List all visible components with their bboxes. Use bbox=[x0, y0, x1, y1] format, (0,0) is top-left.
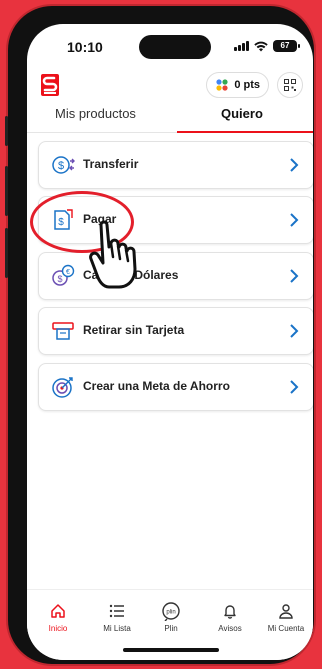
menu-item-label: Transferir bbox=[83, 157, 139, 171]
nav-label: Avisos bbox=[218, 624, 242, 633]
tab-bar: Mis productos Quiero bbox=[27, 102, 313, 133]
savings-goal-icon bbox=[52, 377, 73, 398]
svg-text:plin: plin bbox=[166, 610, 175, 616]
battery-icon: 67 bbox=[273, 40, 300, 52]
points-label: 0 pts bbox=[234, 79, 260, 91]
points-badge[interactable]: 0 pts bbox=[206, 72, 269, 98]
app-screen: 10:10 67 0 pts Mis productos Quiero $ Tr… bbox=[27, 24, 313, 660]
chevron-right-icon bbox=[290, 324, 299, 338]
menu-item-cambiar-dolares[interactable]: $ € Cambiar Dólares bbox=[38, 252, 313, 300]
plin-icon: plin bbox=[162, 602, 180, 621]
svg-text:$: $ bbox=[58, 160, 64, 172]
menu-item-label: Retirar sin Tarjeta bbox=[83, 323, 185, 337]
nav-mi-cuenta[interactable]: Mi Cuenta bbox=[258, 600, 313, 633]
nav-label: Mi Lista bbox=[103, 624, 131, 633]
qr-code-icon bbox=[284, 79, 296, 91]
nav-label: Inicio bbox=[48, 624, 68, 633]
nav-label: Mi Cuenta bbox=[267, 624, 305, 633]
active-tab-indicator bbox=[177, 131, 313, 133]
atm-withdraw-icon bbox=[52, 322, 74, 340]
bottom-navigation: Inicio Mi Lista plin Plin Avisos Mi Cuen… bbox=[27, 589, 313, 660]
dynamic-island bbox=[139, 35, 211, 59]
menu-item-crear-meta-ahorro[interactable]: Crear una Meta de Ahorro bbox=[38, 363, 313, 411]
svg-text:$: $ bbox=[57, 274, 62, 284]
status-time: 10:10 bbox=[67, 39, 103, 55]
list-icon bbox=[109, 604, 124, 618]
nav-inicio[interactable]: Inicio bbox=[30, 600, 86, 633]
chevron-right-icon bbox=[290, 213, 299, 227]
side-button bbox=[5, 166, 8, 216]
qr-scan-button[interactable] bbox=[277, 72, 303, 98]
menu-item-retirar-sin-tarjeta[interactable]: Retirar sin Tarjeta bbox=[38, 307, 313, 355]
home-indicator bbox=[123, 648, 219, 652]
side-button bbox=[5, 228, 8, 278]
app-header: 0 pts bbox=[27, 68, 313, 102]
nav-plin[interactable]: plin Plin bbox=[143, 600, 199, 633]
currency-exchange-icon: $ € bbox=[52, 264, 75, 286]
tab-quiero[interactable]: Quiero bbox=[221, 106, 263, 121]
chevron-right-icon bbox=[290, 380, 299, 394]
wifi-icon bbox=[254, 41, 268, 51]
tab-mis-productos[interactable]: Mis productos bbox=[55, 106, 136, 121]
bell-icon bbox=[224, 605, 236, 619]
menu-item-label: Crear una Meta de Ahorro bbox=[83, 379, 230, 393]
menu-item-transferir[interactable]: $ Transferir bbox=[38, 141, 313, 189]
nav-label: Plin bbox=[164, 624, 178, 633]
points-dots-icon bbox=[216, 79, 228, 91]
chevron-right-icon bbox=[290, 158, 299, 172]
chevron-right-icon bbox=[290, 269, 299, 283]
svg-text:€: € bbox=[66, 269, 70, 276]
nav-mi-lista[interactable]: Mi Lista bbox=[89, 600, 145, 633]
user-icon bbox=[279, 604, 293, 619]
scotiabank-logo-icon bbox=[41, 74, 59, 96]
pointing-hand-icon bbox=[89, 220, 137, 289]
transfer-dollar-icon: $ bbox=[52, 156, 75, 174]
phone-frame: 10:10 67 0 pts Mis productos Quiero $ Tr… bbox=[5, 6, 314, 664]
status-bar: 10:10 67 bbox=[27, 24, 313, 64]
signal-icon bbox=[234, 41, 249, 51]
side-button bbox=[5, 116, 8, 146]
nav-avisos[interactable]: Avisos bbox=[202, 600, 258, 633]
home-icon bbox=[51, 604, 65, 618]
